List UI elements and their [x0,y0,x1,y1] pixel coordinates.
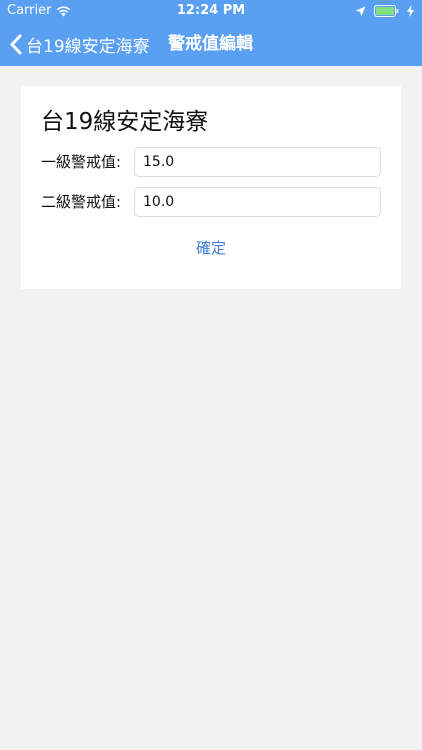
page-title: 警戒值編輯 [168,34,253,54]
battery-icon [374,5,399,17]
confirm-button[interactable]: 確定 [21,236,401,260]
level1-input[interactable] [134,147,381,177]
back-button[interactable]: 台19線安定海寮 [10,22,150,66]
nav-bar: 台19線安定海寮 警戒值編輯 [0,22,422,66]
location-arrow-icon [355,6,366,16]
back-button-label: 台19線安定海寮 [26,36,150,57]
alert-edit-card: 台19線安定海寮 一級警戒值: 二級警戒值: 確定 [21,86,401,289]
level2-label: 二級警戒值: [41,193,122,211]
status-bar: Carrier 12:24 PM [0,0,422,22]
charging-bolt-icon [407,5,414,17]
level1-label: 一級警戒值: [41,153,122,171]
station-title: 台19線安定海寮 [41,109,209,135]
level2-input[interactable] [134,187,381,217]
header-bar: Carrier 12:24 PM 台19線安定海寮 警戒值編輯 [0,0,422,66]
status-right [355,0,414,22]
chevron-left-icon [10,34,22,54]
